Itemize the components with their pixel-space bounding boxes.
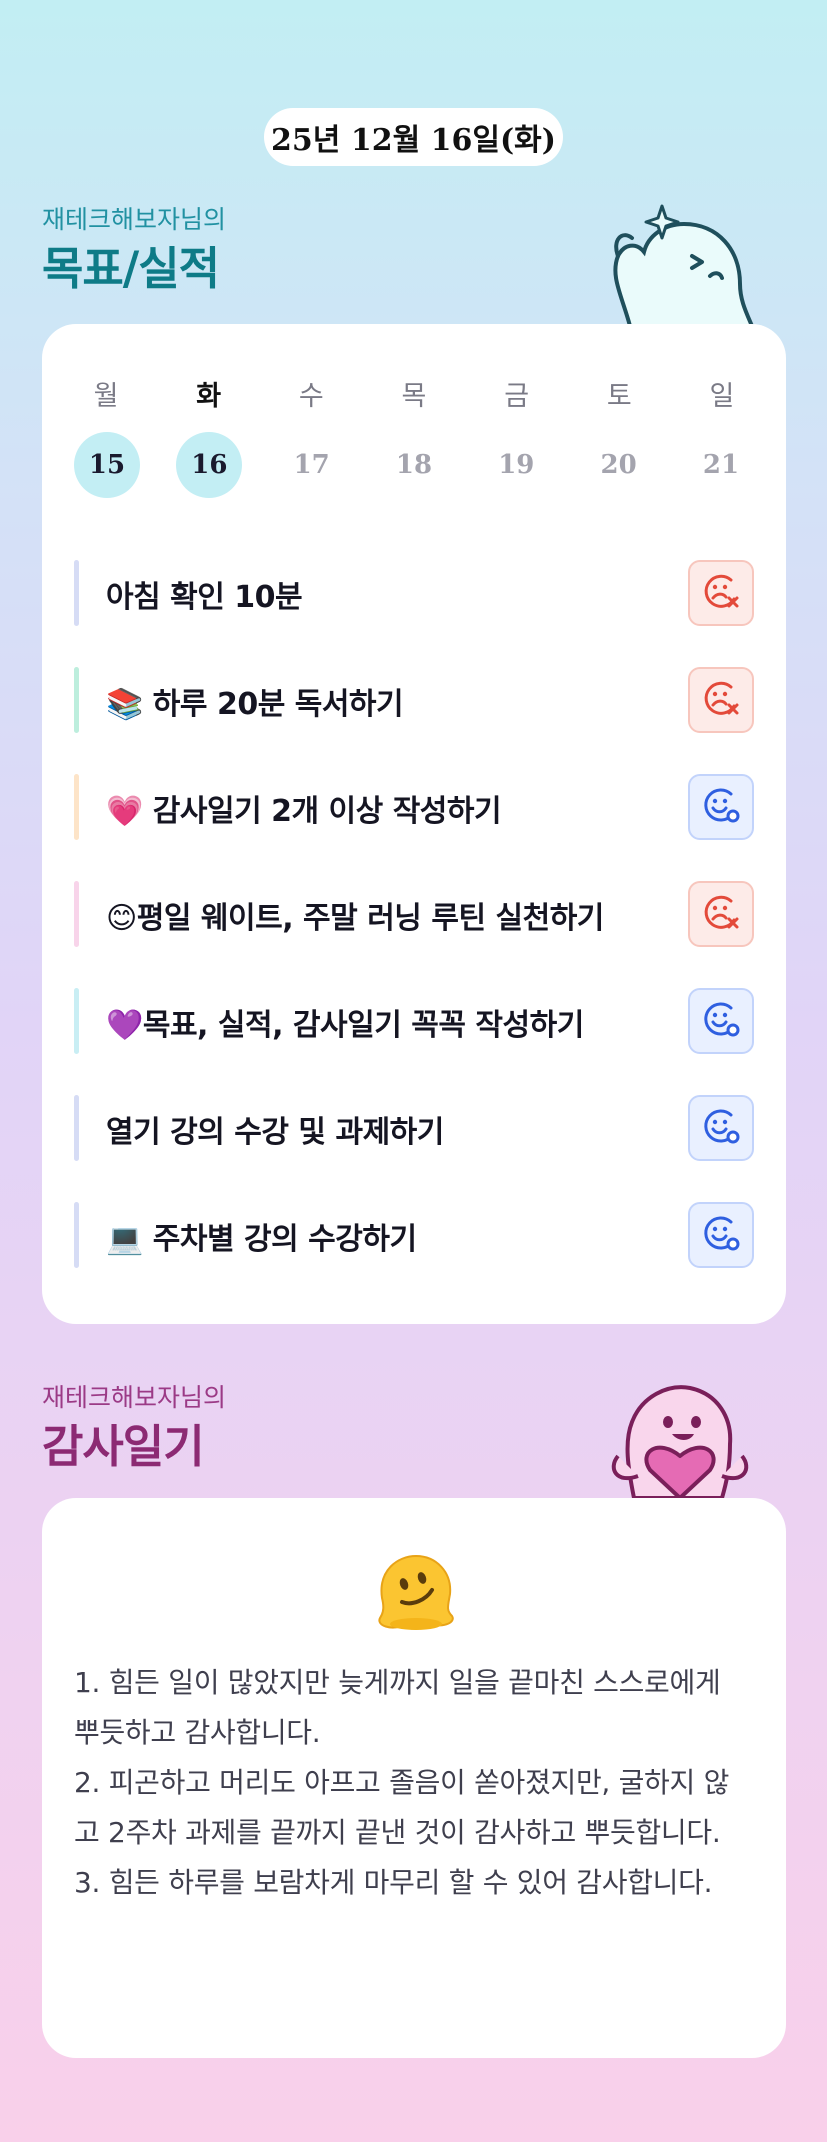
goal-row[interactable]: 💗 감사일기 2개 이상 작성하기 xyxy=(74,754,754,861)
sad-face-x-icon xyxy=(701,571,741,615)
goal-text: 💻 주차별 강의 수강하기 xyxy=(106,1221,417,1257)
goal-text: 아침 확인 10분 xyxy=(106,579,303,615)
weekday-row: 월화수목금토일 xyxy=(74,374,754,413)
goals-card: 월 화 수 목 금 토 일 15 16 17 18 19 20 21 아침 확인 10분 📚 하루 20분… xyxy=(42,324,786,1324)
goal-color-bar xyxy=(74,881,79,947)
date-cell[interactable]: 17 xyxy=(279,432,345,498)
goal-list: 아침 확인 10분 📚 하루 20분 독서하기 💗 감사일기 2개 이상 작성하기 😊… xyxy=(74,540,754,1289)
goal-row[interactable]: 📚 하루 20분 독서하기 xyxy=(74,647,754,754)
status-fail-button[interactable] xyxy=(688,560,754,626)
sad-face-x-icon xyxy=(701,678,741,722)
goal-text: 😊평일 웨이트, 주말 러닝 루틴 실천하기 xyxy=(106,900,604,936)
goals-title: 목표/실적 xyxy=(42,242,220,295)
goal-row[interactable]: 아침 확인 10분 xyxy=(74,540,754,647)
date-cell[interactable]: 16 xyxy=(176,432,243,498)
date-cell[interactable]: 21 xyxy=(688,432,754,498)
sad-face-x-icon xyxy=(701,892,741,936)
status-done-button[interactable] xyxy=(688,988,754,1054)
goal-color-bar xyxy=(74,560,79,626)
status-fail-button[interactable] xyxy=(688,881,754,947)
goal-color-bar xyxy=(74,1095,79,1161)
weekday-label: 목 xyxy=(401,381,427,412)
smile-face-check-icon xyxy=(701,785,741,829)
smile-face-check-icon xyxy=(701,1213,741,1257)
weekday-label: 월 xyxy=(93,381,119,412)
weekday-label: 토 xyxy=(606,381,632,412)
gratitude-card: 1. 힘든 일이 많았지만 늦게까지 일을 끝마친 스스로에게 뿌듯하고 감사합… xyxy=(42,1498,786,2058)
gratitude-subtitle: 재테크해보자님의 xyxy=(42,1383,227,1412)
goal-text: 열기 강의 수강 및 과제하기 xyxy=(106,1114,444,1150)
weekday-label: 수 xyxy=(298,381,324,412)
goals-subtitle: 재테크해보자님의 xyxy=(42,205,227,234)
gratitude-entry: 2. 피곤하고 머리도 아프고 졸음이 쏟아졌지만, 굴하지 않고 2주차 과제… xyxy=(74,1766,730,1849)
date-cell[interactable]: 20 xyxy=(586,432,652,498)
date-row: 15 16 17 18 19 20 21 xyxy=(74,432,754,498)
smile-face-check-icon xyxy=(701,1106,741,1150)
smile-face-check-icon xyxy=(701,999,741,1043)
goal-color-bar xyxy=(74,667,79,733)
goal-color-bar xyxy=(74,774,79,840)
ghost-mascot-icon xyxy=(613,204,755,326)
date-cell[interactable]: 19 xyxy=(483,432,549,498)
goal-text: 📚 하루 20분 독서하기 xyxy=(106,686,404,722)
melting-face-icon xyxy=(378,1554,454,1630)
goal-row[interactable]: 💜목표, 실적, 감사일기 꼭꼭 작성하기 xyxy=(74,968,754,1075)
gratitude-entry: 1. 힘든 일이 많았지만 늦게까지 일을 끝마친 스스로에게 뿌듯하고 감사합… xyxy=(74,1666,721,1749)
goal-color-bar xyxy=(74,1202,79,1268)
status-done-button[interactable] xyxy=(688,1202,754,1268)
goal-text: 💗 감사일기 2개 이상 작성하기 xyxy=(106,793,502,829)
gratitude-entries: 1. 힘든 일이 많았지만 늦게까지 일을 끝마친 스스로에게 뿌듯하고 감사합… xyxy=(74,1658,754,1908)
date-cell[interactable]: 18 xyxy=(381,432,447,498)
goal-row[interactable]: 열기 강의 수강 및 과제하기 xyxy=(74,1075,754,1182)
weekday-label: 일 xyxy=(709,381,735,412)
date-pill[interactable]: 25년 12월 16일(화) xyxy=(264,108,563,166)
goal-color-bar xyxy=(74,988,79,1054)
date-cell[interactable]: 15 xyxy=(74,432,140,498)
weekday-label: 금 xyxy=(504,381,530,412)
goal-text: 💜목표, 실적, 감사일기 꼭꼭 작성하기 xyxy=(106,1007,584,1043)
status-fail-button[interactable] xyxy=(688,667,754,733)
goal-row[interactable]: 💻 주차별 강의 수강하기 xyxy=(74,1182,754,1289)
gratitude-title: 감사일기 xyxy=(42,1420,205,1473)
goal-row[interactable]: 😊평일 웨이트, 주말 러닝 루틴 실천하기 xyxy=(74,861,754,968)
status-done-button[interactable] xyxy=(688,1095,754,1161)
pink-mascot-heart-icon xyxy=(611,1385,749,1498)
weekday-label: 화 xyxy=(196,381,222,412)
gratitude-entry: 3. 힘든 하루를 보람차게 마무리 할 수 있어 감사합니다. xyxy=(74,1866,713,1899)
status-done-button[interactable] xyxy=(688,774,754,840)
